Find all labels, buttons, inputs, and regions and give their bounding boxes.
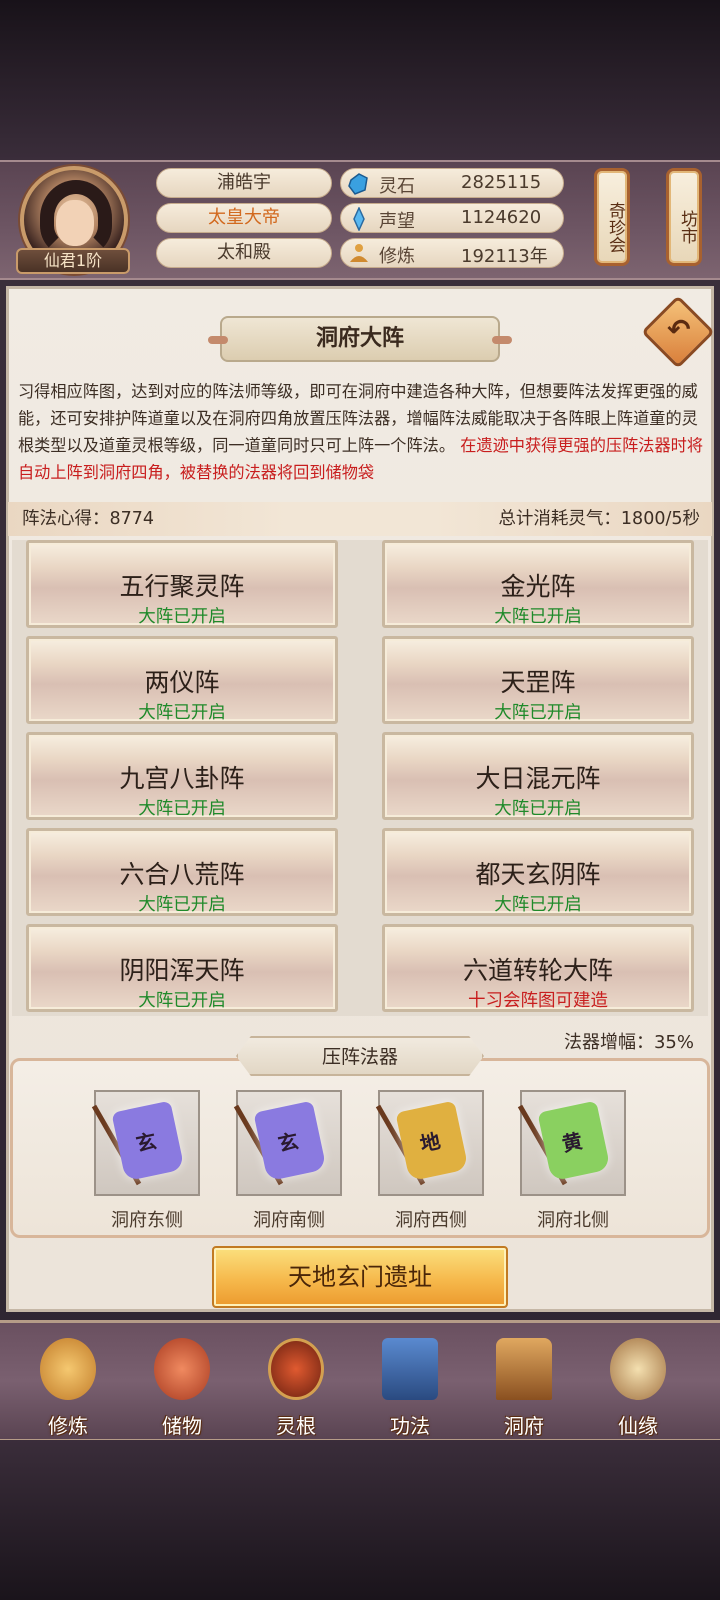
formation-status: 大阵已开启: [138, 799, 226, 819]
formation-list[interactable]: 五行聚灵阵 大阵已开启 金光阵 大阵已开启 两仪阵 大阵已开启 天罡阵 大阵已开…: [12, 540, 708, 1016]
meditation-icon: [350, 244, 368, 262]
formation-status: 大阵已开启: [138, 895, 226, 915]
formation-status: 大阵已开启: [138, 703, 226, 723]
banner-flag-icon: 黄: [537, 1100, 611, 1182]
ruins-button[interactable]: 天地玄门遗址: [212, 1246, 508, 1308]
formation-card[interactable]: 六合八荒阵 大阵已开启: [26, 828, 338, 916]
nav-technique[interactable]: 功法: [360, 1332, 460, 1442]
formation-card[interactable]: 九宫八卦阵 大阵已开启: [26, 732, 338, 820]
artifact-slot-label: 洞府西侧: [395, 1210, 467, 1231]
player-location: 太和殿: [156, 238, 332, 268]
nav-cave[interactable]: 洞府: [474, 1332, 574, 1442]
formation-card[interactable]: 都天玄阴阵 大阵已开启: [382, 828, 694, 916]
player-name: 浦皓宇: [156, 168, 332, 198]
artifact-slot-north[interactable]: 黄: [517, 1090, 626, 1196]
banner-flag-icon: 地: [395, 1100, 469, 1182]
storage-bag-icon: [154, 1338, 210, 1400]
formation-status: 大阵已开启: [138, 607, 226, 627]
banner-flag-icon: 玄: [111, 1100, 185, 1182]
banner-flag-icon: 玄: [253, 1100, 327, 1182]
artifact-slot-west[interactable]: 地: [375, 1090, 484, 1196]
formation-name: 两仪阵: [144, 668, 220, 697]
back-arrow-icon: ↶: [667, 312, 691, 346]
cultivation-stat: 修炼 192113年: [340, 238, 564, 268]
top-band: [0, 0, 720, 160]
formation-name: 六道转轮大阵: [462, 956, 613, 985]
artifact-section-title: 压阵法器: [236, 1036, 484, 1076]
artifact-slot-label: 洞府南侧: [253, 1210, 325, 1231]
formation-name: 九宫八卦阵: [119, 764, 245, 793]
player-title: 太皇大帝: [156, 203, 332, 233]
formation-card[interactable]: 阴阳浑天阵 大阵已开启: [26, 924, 338, 1012]
formation-card[interactable]: 五行聚灵阵 大阵已开启: [26, 540, 338, 628]
formation-card[interactable]: 两仪阵 大阵已开启: [26, 636, 338, 724]
rank-badge: 仙君1阶: [16, 248, 130, 274]
artifact-slot-label: 洞府北侧: [537, 1210, 609, 1231]
formation-name: 大日混元阵: [475, 764, 601, 793]
formation-card[interactable]: 六道转轮大阵 十习会阵图可建造: [382, 924, 694, 1012]
immortal-fate-icon: [610, 1338, 666, 1400]
formation-card[interactable]: 金光阵 大阵已开启: [382, 540, 694, 628]
reputation-stat: 声望 1124620: [340, 203, 564, 233]
treasure-auction-button[interactable]: 奇珍会: [594, 168, 630, 266]
spirit-stone-icon: [348, 173, 368, 195]
nav-cultivate[interactable]: 修炼: [18, 1332, 118, 1442]
formation-name: 阴阳浑天阵: [119, 956, 245, 985]
formation-status: 大阵已开启: [138, 991, 226, 1011]
formation-stats-bar: 阵法心得：8774 总计消耗灵气：1800/5秒: [8, 502, 712, 536]
market-button[interactable]: 坊市: [666, 168, 702, 266]
formation-name: 六合八荒阵: [119, 860, 245, 889]
artifact-slot-south[interactable]: 玄: [233, 1090, 342, 1196]
formation-status: 大阵已开启: [494, 703, 582, 723]
spirit-stone-stat: 灵石 2825115: [340, 168, 564, 198]
insight-label: 阵法心得：8774: [22, 509, 155, 529]
page-description: 习得相应阵图，达到对应的阵法师等级，即可在洞府中建造各种大阵，但想要阵法发挥更强…: [18, 378, 708, 486]
formation-status: 大阵已开启: [494, 607, 582, 627]
formation-name: 金光阵: [500, 572, 576, 601]
artifact-bonus: 法器增幅：35%: [563, 1032, 694, 1053]
reputation-crystal-icon: [353, 207, 365, 231]
formation-name: 都天玄阴阵: [475, 860, 601, 889]
formation-name: 五行聚灵阵: [119, 572, 245, 601]
nav-immortal-fate[interactable]: 仙缘: [588, 1332, 688, 1442]
artifact-slot-east[interactable]: 玄: [91, 1090, 200, 1196]
formation-card[interactable]: 天罡阵 大阵已开启: [382, 636, 694, 724]
spirit-root-icon: [268, 1338, 324, 1400]
artifact-slot-label: 洞府东侧: [111, 1210, 183, 1231]
formation-status: 十习会阵图可建造: [468, 991, 608, 1011]
formation-name: 天罡阵: [500, 668, 576, 697]
formation-status: 大阵已开启: [494, 799, 582, 819]
cave-dwelling-icon: [496, 1338, 552, 1400]
nav-storage[interactable]: 储物: [132, 1332, 232, 1442]
cultivate-icon: [40, 1338, 96, 1400]
page-title: 洞府大阵: [208, 316, 512, 362]
technique-book-icon: [382, 1338, 438, 1400]
formation-card[interactable]: 大日混元阵 大阵已开启: [382, 732, 694, 820]
consumption-label: 总计消耗灵气：1800/5秒: [498, 509, 700, 529]
formation-status: 大阵已开启: [494, 895, 582, 915]
bottom-band: [0, 1440, 720, 1600]
avatar-face: [56, 200, 94, 246]
nav-spirit-root[interactable]: 灵根: [246, 1332, 346, 1442]
